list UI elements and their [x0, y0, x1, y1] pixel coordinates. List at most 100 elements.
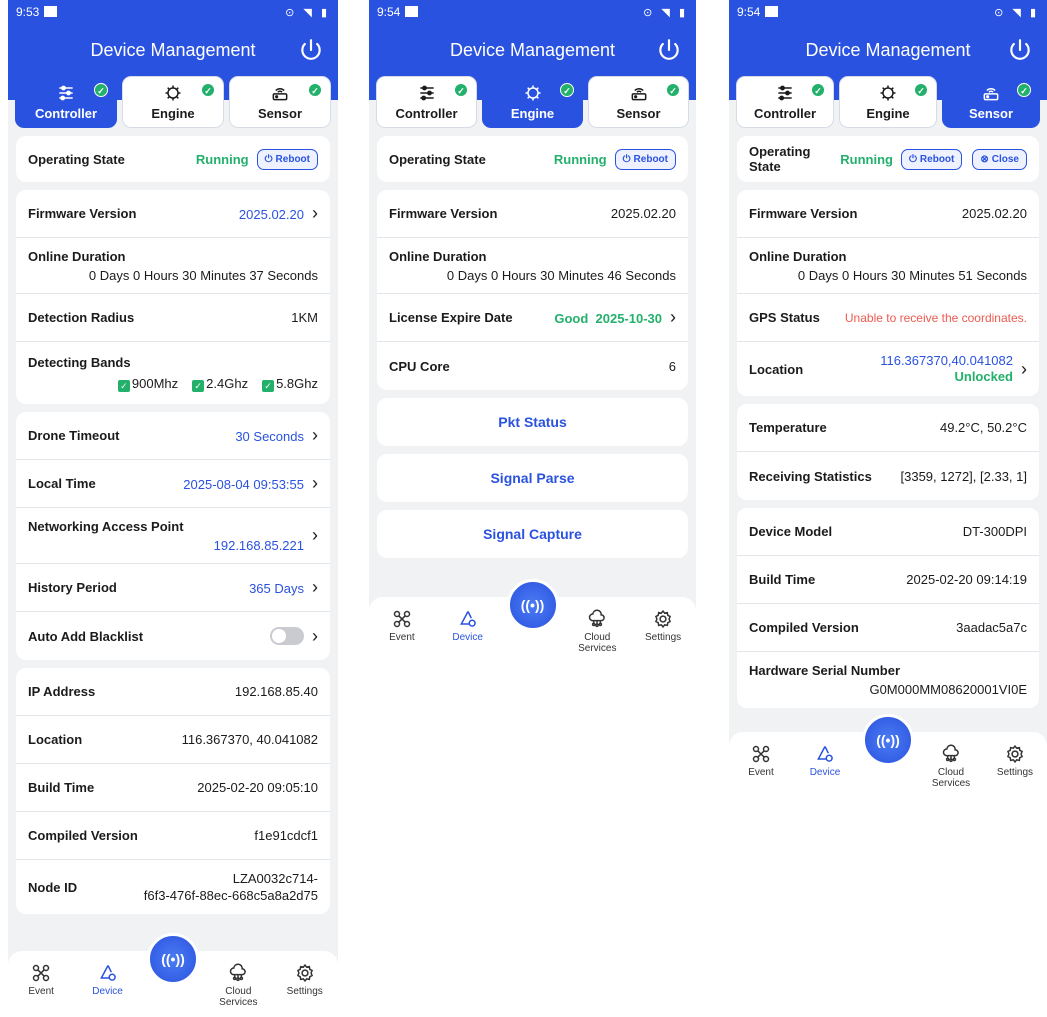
tab-engine[interactable]: Engine ✓ [482, 76, 583, 128]
nav-label: Event [748, 767, 774, 778]
reboot-button[interactable]: ⏻ Reboot [614, 148, 676, 170]
drone-icon [752, 745, 770, 763]
nav-settings[interactable]: Settings [278, 963, 332, 997]
power-icon[interactable] [298, 37, 324, 63]
online-duration-row: Online Duration 0 Days 0 Hours 30 Minute… [377, 238, 688, 294]
gps-status-row: GPS Status Unable to receive the coordin… [737, 294, 1039, 342]
power-icon[interactable] [1007, 37, 1033, 63]
power-icon: ⏻ [909, 153, 917, 165]
tab-engine[interactable]: Engine ✓ [122, 76, 224, 128]
firmware-value: 2025.02.20 [610, 206, 676, 221]
status-icons: ⊙ ◥ ▮ [285, 6, 330, 19]
screen-controller: 9:53 ⊙ ◥ ▮ Device Management Controller … [8, 0, 338, 1017]
nav-device[interactable]: Device [798, 744, 852, 778]
close-button[interactable]: ⊗ Close [972, 148, 1027, 170]
location-row[interactable]: Location 116.367370,40.041082 Unlocked › [737, 342, 1039, 396]
drone-timeout-row[interactable]: Drone Timeout 30 Seconds › [16, 412, 330, 460]
license-row[interactable]: License Expire Date Good 2025-10-30 › [377, 294, 688, 342]
reboot-button[interactable]: ⏻ Reboot [256, 148, 318, 170]
build-time-label: Build Time [749, 572, 816, 587]
online-duration-row: Online Duration 0 Days 0 Hours 30 Minute… [16, 238, 330, 294]
nav-cloud[interactable]: Cloud Services [211, 963, 265, 1008]
device-model-label: Device Model [749, 524, 833, 539]
location-status: Unlocked [954, 369, 1013, 384]
license-label: License Expire Date [389, 310, 513, 325]
signal-parse-button[interactable]: Signal Parse [377, 454, 688, 502]
nav-event[interactable]: Event [734, 744, 788, 778]
scan-button[interactable]: ((•)) [862, 714, 914, 766]
chevron-right-icon: › [312, 425, 318, 445]
chevron-right-icon[interactable]: › [312, 626, 318, 647]
band-900-checkbox[interactable]: ✓ 900Mhz [117, 376, 178, 392]
chevron-right-icon: › [312, 525, 318, 545]
firmware-label: Firmware Version [389, 206, 498, 221]
build-time-label: Build Time [28, 780, 95, 795]
scan-button[interactable]: ((•)) [506, 579, 559, 631]
tab-controller[interactable]: Controller ✓ [376, 76, 477, 128]
nav-settings[interactable]: Settings [988, 744, 1042, 778]
tab-sensor[interactable]: Sensor ✓ [942, 76, 1040, 128]
access-point-row[interactable]: Networking Access Point 192.168.85.221 › [16, 508, 330, 564]
tab-sensor[interactable]: Sensor ✓ [588, 76, 689, 128]
location-value: 116.367370,40.041082 [880, 353, 1013, 368]
online-duration-value: 0 Days 0 Hours 30 Minutes 37 Seconds [88, 267, 318, 283]
drone-icon [393, 610, 411, 628]
band-58-checkbox[interactable]: ✓ 5.8Ghz [262, 376, 318, 392]
gps-status-label: GPS Status [749, 310, 820, 325]
device-icon [459, 611, 476, 627]
access-point-label: Networking Access Point [28, 518, 184, 534]
ip-value: 192.168.85.40 [234, 684, 318, 699]
device-icon [817, 746, 833, 762]
online-duration-value: 0 Days 0 Hours 30 Minutes 46 Seconds [446, 267, 676, 283]
nav-device[interactable]: Device [441, 609, 495, 643]
page-title: Device Management [805, 39, 971, 60]
auto-blacklist-row: Auto Add Blacklist › [16, 612, 330, 660]
nav-device[interactable]: Device [81, 963, 135, 997]
device-tabs: Controller ✓ Engine ✓ Sensor ✓ [369, 76, 696, 128]
pkt-status-button[interactable]: Pkt Status [377, 398, 688, 446]
bottom-nav: Event Device Cloud Services Settings ((•… [369, 579, 696, 663]
compiled-version-value: f1e91cdcf1 [254, 828, 318, 843]
nav-label: Event [28, 986, 54, 997]
band-24-checkbox[interactable]: ✓ 2.4Ghz [192, 376, 248, 392]
tab-engine[interactable]: Engine ✓ [839, 76, 937, 128]
router-icon [272, 88, 288, 101]
node-id-label: Node ID [28, 879, 78, 895]
tab-sensor[interactable]: Sensor ✓ [229, 76, 331, 128]
auto-blacklist-toggle[interactable] [270, 627, 304, 645]
sliders-icon [59, 85, 73, 101]
signal-capture-button[interactable]: Signal Capture [377, 510, 688, 558]
nav-cloud[interactable]: Cloud Services [924, 744, 978, 789]
check-badge-icon: ✓ [94, 83, 108, 97]
compiled-version-value: 3aadac5a7c [956, 620, 1027, 635]
nav-settings[interactable]: Settings [636, 609, 690, 643]
cpu-core-row: CPU Core 6 [377, 342, 688, 390]
tab-controller[interactable]: Controller ✓ [736, 76, 834, 128]
scan-button[interactable]: ((•)) [147, 933, 199, 985]
nav-event[interactable]: Event [375, 609, 429, 643]
reboot-button[interactable]: ⏻ Reboot [901, 148, 963, 170]
operating-state-label: Operating State [389, 151, 486, 167]
nav-event[interactable]: Event [14, 963, 68, 997]
device-tabs: Controller ✓ Engine ✓ Sensor ✓ [8, 76, 338, 128]
local-time-row[interactable]: Local Time 2025-08-04 09:53:55 › [16, 460, 330, 508]
nav-label: Settings [996, 767, 1034, 778]
running-status: Running [840, 151, 893, 167]
gps-status-value: Unable to receive the coordinates. [844, 310, 1027, 325]
app-bar: Device Management [8, 24, 338, 76]
reboot-label: Reboot [919, 153, 955, 165]
history-period-row[interactable]: History Period 365 Days › [16, 564, 330, 612]
nav-cloud[interactable]: Cloud Services [570, 609, 624, 654]
screen-engine: 9:54 ⊙ ◥ ▮ Device Management Controller … [369, 0, 696, 663]
power-icon[interactable] [656, 37, 682, 63]
firmware-row[interactable]: Firmware Version 2025.02.20 › [16, 190, 330, 238]
location-label: Location [749, 361, 804, 377]
firmware-row: Firmware Version 2025.02.20 [737, 190, 1039, 238]
tab-controller[interactable]: Controller ✓ [15, 76, 117, 128]
serial-number-label: Hardware Serial Number [749, 663, 901, 678]
gear-icon [1006, 744, 1024, 764]
nav-label: Device [92, 986, 123, 997]
info-card: Firmware Version 2025.02.20 Online Durat… [377, 190, 688, 390]
engine-icon [165, 85, 181, 101]
tab-label: Sensor [968, 106, 1014, 121]
